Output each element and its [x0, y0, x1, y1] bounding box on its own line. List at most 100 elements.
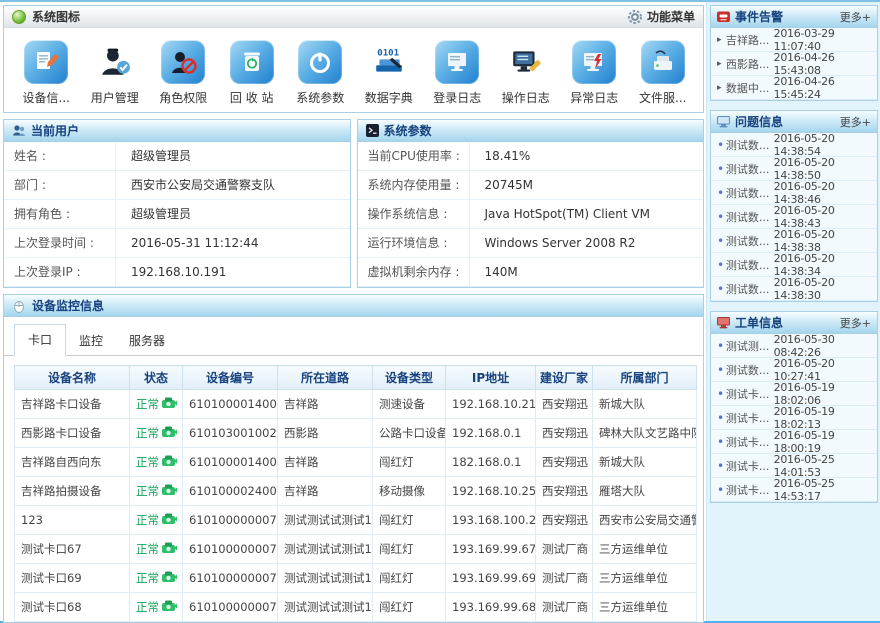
cell-device-number: 61010000240005	[183, 477, 278, 506]
work-order-header: 工单信息 更多+	[711, 312, 877, 334]
item-title: 测试数...	[726, 281, 774, 297]
toolbar-data-dictionary[interactable]: 0101 数据字典	[355, 40, 424, 106]
problem-list-item[interactable]: • 测试数... 2016-05-20 14:38:34	[711, 253, 877, 277]
field-value: 20745M	[470, 171, 534, 199]
info-field-row: 拥有角色 : 超级管理员	[4, 200, 350, 229]
alarm-list-item[interactable]: ▸ 数据中... 2016-04-26 15:45:24	[711, 76, 877, 100]
toolbar-label: 操作日志	[502, 89, 550, 106]
device-table-row[interactable]: 西影路卡口设备 正常 61010300100202 西影路 公路卡口设备 192…	[15, 419, 697, 448]
work-order-list-item[interactable]: • 测试卡... 2016-05-25 14:01:53	[711, 454, 877, 478]
info-field-row: 系统内存使用量 : 20745M	[358, 171, 704, 200]
svg-text:0101: 0101	[377, 49, 399, 59]
status-camera-icon	[162, 484, 177, 496]
work-order-list-item[interactable]: • 测试卡... 2016-05-19 18:02:06	[711, 382, 877, 406]
data-dictionary-icon: 0101	[367, 40, 411, 84]
toolbar-recycle-bin[interactable]: 回 收 站	[218, 40, 287, 106]
problem-list-item[interactable]: • 测试数... 2016-05-20 14:38:43	[711, 205, 877, 229]
work-order-list-item[interactable]: • 测试卡... 2016-05-19 18:00:19	[711, 430, 877, 454]
device-tabs: 卡口 监控 服务器	[4, 317, 703, 356]
field-value: 140M	[470, 258, 518, 286]
tab-surveillance[interactable]: 监控	[66, 326, 116, 356]
cell-department: 雁塔大队	[593, 477, 697, 506]
toolbar-system-params[interactable]: 系统参数	[286, 40, 355, 106]
device-table-row[interactable]: 123 正常 61010000000701 测试测试试测试1录 闯红灯 193.…	[15, 506, 697, 535]
device-table-row[interactable]: 吉祥路卡口设备 正常 61010000140003 吉祥路 测速设备 192.1…	[15, 390, 697, 419]
toolbar-file-service[interactable]: 文件服...	[629, 40, 698, 106]
gear-icon	[628, 10, 642, 24]
device-table-row[interactable]: 测试卡口67 正常 61010000000701 测试测试试测试1录 闯红灯 1…	[15, 535, 697, 564]
problem-list-item[interactable]: • 测试数... 2016-05-20 14:38:54	[711, 133, 877, 157]
toolbar-login-log[interactable]: 登录日志	[423, 40, 492, 106]
cell-road: 测试测试试测试1录	[278, 506, 373, 535]
work-order-more-link[interactable]: 更多+	[840, 315, 871, 331]
cell-vendor: 西安翔迅	[536, 448, 593, 477]
item-title: 测试数...	[726, 185, 774, 201]
device-table-row[interactable]: 测试卡口69 正常 61010000000701 测试测试试测试1录 闯红灯 1…	[15, 564, 697, 593]
toolbar-label: 数据字典	[365, 89, 413, 106]
item-title: 测试卡...	[726, 386, 774, 402]
problem-info-panel: 问题信息 更多+ • 测试数... 2016-05-20 14:38:54 • …	[710, 110, 878, 302]
device-table-row[interactable]: 测试卡口68 正常 61010000000701 测试测试试测试1录 闯红灯 1…	[15, 593, 697, 622]
info-field-row: 姓名 : 超级管理员	[4, 142, 350, 171]
system-params-header: 系统参数	[358, 120, 704, 142]
work-order-list-item[interactable]: • 测试卡... 2016-05-19 18:02:13	[711, 406, 877, 430]
toolbar-user-management[interactable]: 用户管理	[81, 40, 150, 106]
monitor-blue-icon	[717, 115, 730, 128]
work-order-list-item[interactable]: • 测试卡... 2016-05-25 14:53:17	[711, 478, 877, 502]
status-camera-icon	[162, 397, 177, 409]
field-label: 运行环境信息 :	[358, 229, 470, 257]
col-road: 所在道路	[278, 366, 373, 390]
cell-device-number: 61010000140003	[183, 390, 278, 419]
item-date: 2016-05-19 18:00:19	[774, 429, 872, 455]
status-text: 正常	[136, 542, 159, 556]
dot-bullet-icon: •	[717, 260, 726, 270]
toolbar-operation-log[interactable]: 操作日志	[492, 40, 561, 106]
dot-bullet-icon: •	[717, 236, 726, 246]
status-text: 正常	[136, 513, 159, 527]
item-date: 2016-05-19 18:02:06	[774, 381, 872, 407]
cell-department: 新城大队	[593, 448, 697, 477]
arrow-bullet-icon: ▸	[717, 59, 726, 69]
system-icons-panel: 系统图标 功能菜单 设备信... 用户管理 角色权限	[3, 5, 704, 113]
tab-checkpoint[interactable]: 卡口	[14, 324, 66, 356]
field-value: 192.168.10.191	[116, 258, 226, 286]
event-alarm-more-link[interactable]: 更多+	[840, 9, 871, 25]
cell-device-number: 61010000140001	[183, 448, 278, 477]
operation-log-icon	[504, 40, 548, 84]
device-monitor-header: 设备监控信息	[4, 295, 703, 317]
item-date: 2016-05-25 14:53:17	[774, 477, 872, 503]
cell-device-type: 公路卡口设备	[373, 419, 446, 448]
status-camera-icon	[162, 600, 177, 612]
event-alarm-panel: 事件告警 更多+ ▸ 吉祥路... 2016-03-29 11:07:40 ▸ …	[710, 5, 878, 101]
problem-list-item[interactable]: • 测试数... 2016-05-20 14:38:46	[711, 181, 877, 205]
file-service-icon	[641, 40, 685, 84]
sidebar: 事件告警 更多+ ▸ 吉祥路... 2016-03-29 11:07:40 ▸ …	[706, 2, 880, 621]
problem-info-more-link[interactable]: 更多+	[840, 114, 871, 130]
item-title: 测试测...	[726, 338, 774, 354]
dot-bullet-icon: •	[717, 437, 726, 447]
work-order-list-item[interactable]: • 测试数... 2016-05-20 10:27:41	[711, 358, 877, 382]
function-menu-button[interactable]: 功能菜单	[628, 8, 695, 25]
problem-list-item[interactable]: • 测试数... 2016-05-20 14:38:30	[711, 277, 877, 301]
item-title: 测试卡...	[726, 458, 774, 474]
device-table-row[interactable]: 吉祥路自西向东 正常 61010000140001 吉祥路 闯红灯 182.16…	[15, 448, 697, 477]
alarm-list-item[interactable]: ▸ 吉祥路... 2016-03-29 11:07:40	[711, 28, 877, 52]
toolbar-role-permissions[interactable]: 角色权限	[149, 40, 218, 106]
tab-server[interactable]: 服务器	[116, 326, 178, 356]
toolbar-device-info[interactable]: 设备信...	[12, 40, 81, 106]
cell-device-name: 测试卡口69	[15, 564, 130, 593]
cell-status: 正常	[130, 535, 183, 564]
work-order-list-item[interactable]: • 测试测... 2016-05-30 08:42:26	[711, 334, 877, 358]
problem-list-item[interactable]: • 测试数... 2016-05-20 14:38:50	[711, 157, 877, 181]
cell-device-number: 61010300100202	[183, 419, 278, 448]
problem-list-item[interactable]: • 测试数... 2016-05-20 14:38:38	[711, 229, 877, 253]
cell-ip: 192.168.10.21	[446, 390, 536, 419]
cell-device-name: 测试卡口68	[15, 593, 130, 622]
item-title: 测试卡...	[726, 482, 774, 498]
alarm-list-item[interactable]: ▸ 西影路... 2016-04-26 15:43:08	[711, 52, 877, 76]
status-text: 正常	[136, 600, 159, 614]
toolbar-exception-log[interactable]: 异常日志	[560, 40, 629, 106]
device-info-icon	[24, 40, 68, 84]
device-table-row[interactable]: 吉祥路拍摄设备 正常 61010000240005 吉祥路 移动摄像 192.1…	[15, 477, 697, 506]
item-date: 2016-05-20 14:38:34	[774, 252, 872, 278]
